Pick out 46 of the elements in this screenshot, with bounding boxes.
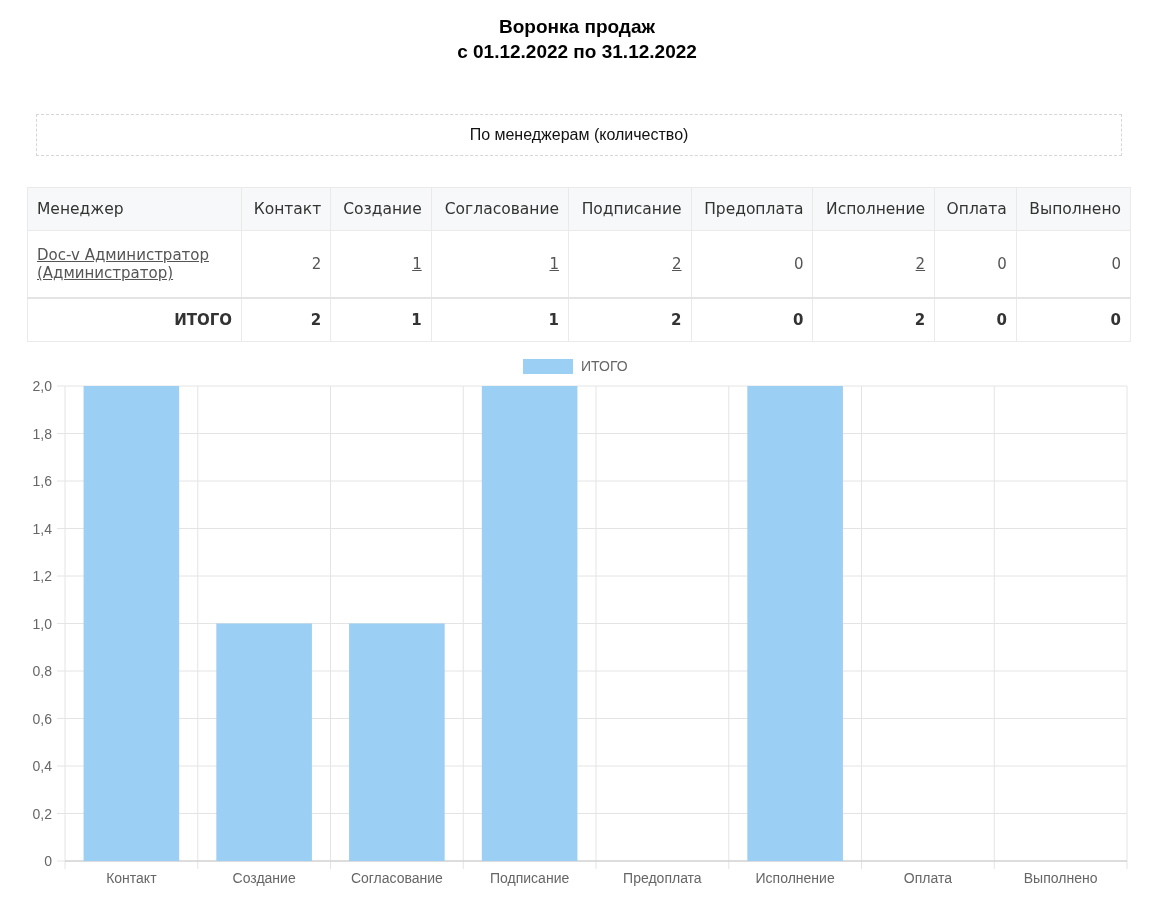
y-tick-label: 0,2 <box>32 805 52 822</box>
cell-link[interactable]: 1 <box>549 255 560 273</box>
x-tick-label: Контакт <box>106 870 157 886</box>
total-cell: 1 <box>431 298 569 342</box>
total-cell: 2 <box>568 298 691 342</box>
total-cell: 1 <box>330 298 432 342</box>
x-tick-label: Подписание <box>490 870 570 886</box>
report-title: Воронка продаж <box>499 15 655 39</box>
column-header: Предоплата <box>691 187 813 231</box>
legend-label: ИТОГО <box>581 358 628 374</box>
y-tick-label: 1,4 <box>32 520 52 537</box>
column-header: Контакт <box>241 187 331 231</box>
total-cell: 2 <box>812 298 935 342</box>
report-period: с 01.12.2022 по 31.12.2022 <box>457 40 697 64</box>
cell-link[interactable]: 2 <box>671 255 682 273</box>
x-tick-label: Исполнение <box>755 870 835 886</box>
x-tick-label: Выполнено <box>1023 870 1098 886</box>
column-header: Создание <box>330 187 432 231</box>
total-cell: ИТОГО <box>27 298 242 342</box>
total-cell: 2 <box>241 298 331 342</box>
cell-link[interactable]: 2 <box>915 255 926 273</box>
y-tick-label: 2,0 <box>32 378 52 394</box>
total-cell: 0 <box>691 298 813 342</box>
y-tick-label: 1,8 <box>32 425 52 442</box>
x-tick-label: Предоплата <box>623 870 702 886</box>
column-header: Выполнено <box>1016 187 1131 231</box>
y-tick-label: 1,6 <box>32 473 52 489</box>
column-header: Согласование <box>431 187 569 231</box>
y-tick-label: 1,2 <box>32 568 52 584</box>
cell-link[interactable]: 1 <box>412 255 422 273</box>
y-tick-label: 0,6 <box>32 710 52 727</box>
y-tick-label: 0 <box>44 853 52 869</box>
column-header: Исполнение <box>812 187 935 231</box>
column-header: Менеджер <box>27 187 242 231</box>
y-tick-label: 1,0 <box>32 615 52 632</box>
column-header: Оплата <box>934 187 1017 231</box>
column-header: Подписание <box>568 187 691 231</box>
y-tick-label: 0,4 <box>32 758 52 774</box>
total-cell: 0 <box>1016 298 1131 342</box>
total-cell: 0 <box>934 298 1017 342</box>
x-tick-label: Создание <box>232 870 296 886</box>
section-header: По менеджерам (количество) <box>36 114 1122 156</box>
y-tick-label: 0,8 <box>32 663 52 679</box>
x-tick-label: Согласование <box>350 870 443 886</box>
cell-link[interactable]: Doc-v Администратор (Администратор) <box>37 246 232 282</box>
x-tick-label: Оплата <box>903 870 952 886</box>
